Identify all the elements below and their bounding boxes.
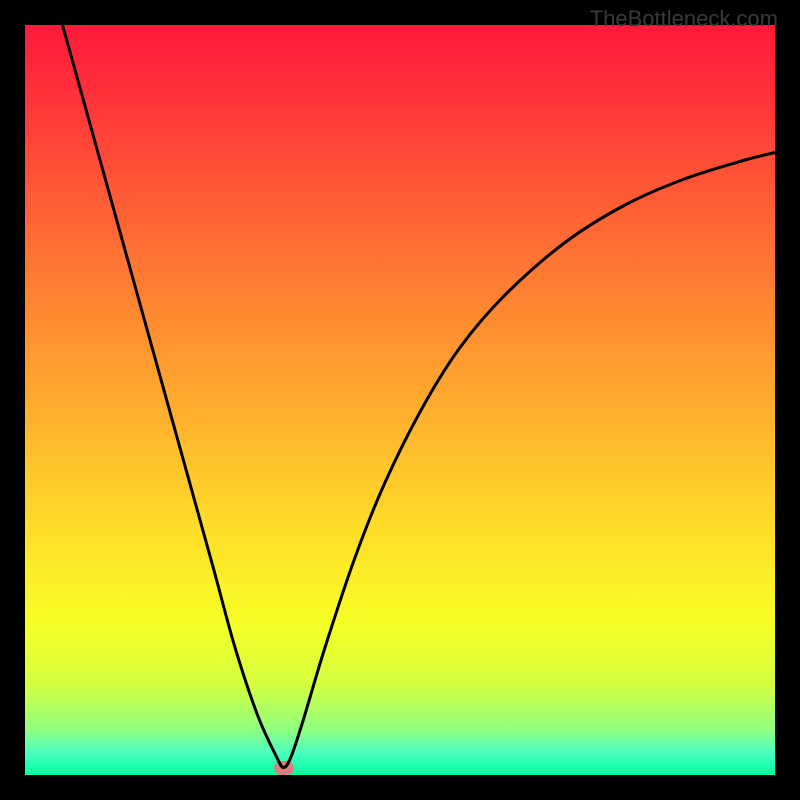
watermark-text: TheBottleneck.com — [590, 6, 778, 32]
curve-plot — [25, 25, 775, 775]
bottleneck-curve-path — [63, 25, 776, 768]
chart-frame — [25, 25, 775, 775]
